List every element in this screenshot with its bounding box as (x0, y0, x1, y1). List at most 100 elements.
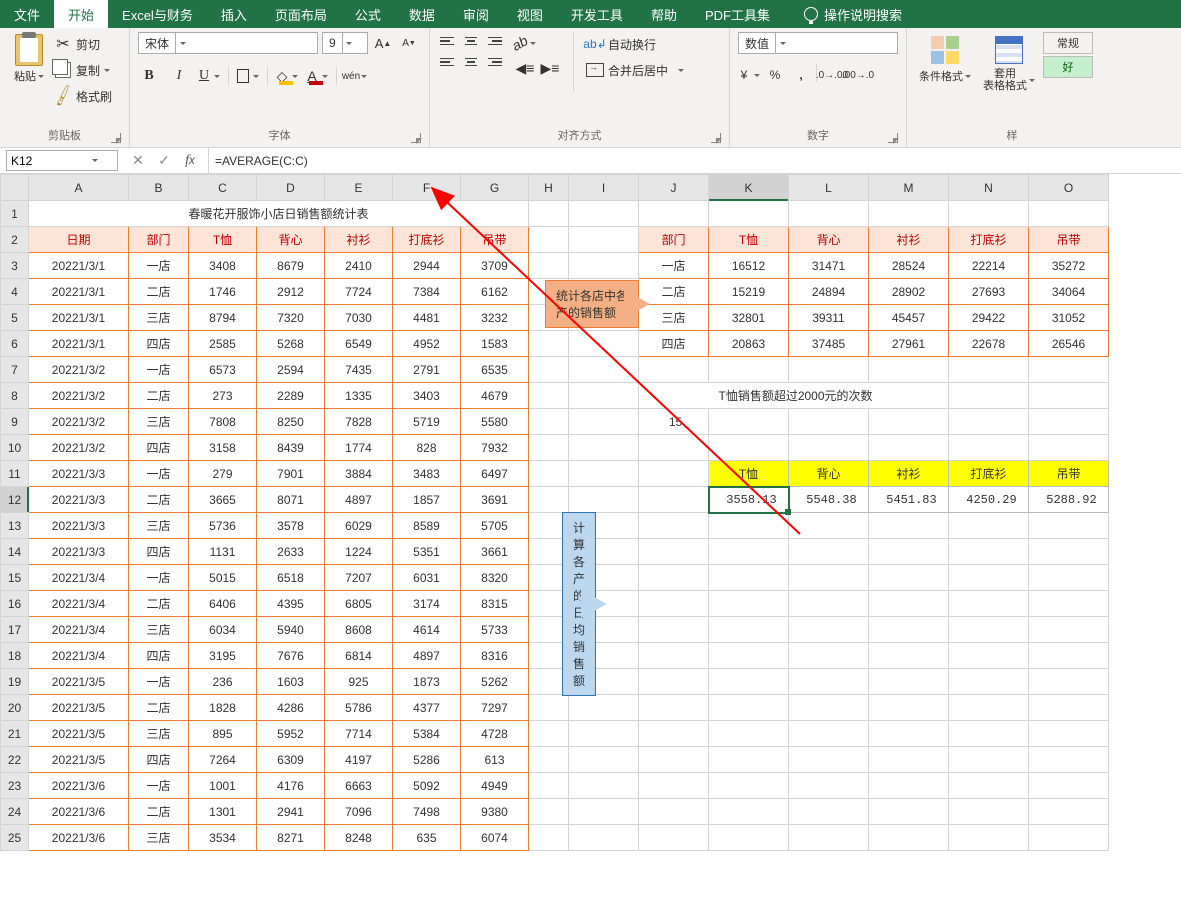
cell-L19[interactable] (789, 669, 869, 695)
cell-H2[interactable] (529, 227, 569, 253)
cell-E21[interactable]: 7714 (325, 721, 393, 747)
cell-A16[interactable]: 20221/3/4 (29, 591, 129, 617)
tab-pagelayout[interactable]: 页面布局 (261, 0, 341, 28)
cell-C6[interactable]: 2585 (189, 331, 257, 357)
cell-F21[interactable]: 5384 (393, 721, 461, 747)
cell-I9[interactable] (569, 409, 639, 435)
accounting-format-button[interactable]: ¥ (738, 64, 760, 86)
col-header-O[interactable]: O (1029, 175, 1109, 201)
pinyin-button[interactable]: wén (345, 65, 367, 87)
cell-J19[interactable] (639, 669, 709, 695)
cell-M2[interactable]: 衬衫 (869, 227, 949, 253)
cell-M14[interactable] (869, 539, 949, 565)
col-header-B[interactable]: B (129, 175, 189, 201)
cell-A21[interactable]: 20221/3/5 (29, 721, 129, 747)
cell-N10[interactable] (949, 435, 1029, 461)
cell-E12[interactable]: 4897 (325, 487, 393, 513)
row-header-21[interactable]: 21 (1, 721, 29, 747)
cell-L25[interactable] (789, 825, 869, 851)
col-header-K[interactable]: K (709, 175, 789, 201)
cell-D16[interactable]: 4395 (257, 591, 325, 617)
cell-H24[interactable] (529, 799, 569, 825)
cell-J17[interactable] (639, 617, 709, 643)
cell-G17[interactable]: 5733 (461, 617, 529, 643)
cell-B14[interactable]: 四店 (129, 539, 189, 565)
cell-I2[interactable] (569, 227, 639, 253)
col-header-G[interactable]: G (461, 175, 529, 201)
cell-K14[interactable] (709, 539, 789, 565)
cell-J8[interactable]: T恤销售额超过2000元的次数 (639, 383, 949, 409)
cell-J6[interactable]: 四店 (639, 331, 709, 357)
cell-G16[interactable]: 8315 (461, 591, 529, 617)
cell-A5[interactable]: 20221/3/1 (29, 305, 129, 331)
cell-D19[interactable]: 1603 (257, 669, 325, 695)
italic-button[interactable]: I (168, 65, 190, 87)
cell-C15[interactable]: 5015 (189, 565, 257, 591)
cell-F4[interactable]: 7384 (393, 279, 461, 305)
cell-C5[interactable]: 8794 (189, 305, 257, 331)
cell-E24[interactable]: 7096 (325, 799, 393, 825)
cell-G6[interactable]: 1583 (461, 331, 529, 357)
cell-M11[interactable]: 衬衫 (869, 461, 949, 487)
cell-O1[interactable] (1029, 201, 1109, 227)
cell-E6[interactable]: 6549 (325, 331, 393, 357)
cell-F2[interactable]: 打底衫 (393, 227, 461, 253)
cell-D4[interactable]: 2912 (257, 279, 325, 305)
cell-G25[interactable]: 6074 (461, 825, 529, 851)
cell-G15[interactable]: 8320 (461, 565, 529, 591)
cell-E2[interactable]: 衬衫 (325, 227, 393, 253)
cell-I10[interactable] (569, 435, 639, 461)
cell-N6[interactable]: 22678 (949, 331, 1029, 357)
cell-G23[interactable]: 4949 (461, 773, 529, 799)
cell-K18[interactable] (709, 643, 789, 669)
cell-N13[interactable] (949, 513, 1029, 539)
cell-B15[interactable]: 一店 (129, 565, 189, 591)
cell-A4[interactable]: 20221/3/1 (29, 279, 129, 305)
cell-B5[interactable]: 三店 (129, 305, 189, 331)
row-header-20[interactable]: 20 (1, 695, 29, 721)
cell-E18[interactable]: 6814 (325, 643, 393, 669)
cell-I22[interactable] (569, 747, 639, 773)
cell-B25[interactable]: 三店 (129, 825, 189, 851)
formula-input[interactable]: =AVERAGE(C:C) (208, 148, 1181, 173)
cell-N14[interactable] (949, 539, 1029, 565)
cell-O13[interactable] (1029, 513, 1109, 539)
cell-F12[interactable]: 1857 (393, 487, 461, 513)
cell-J24[interactable] (639, 799, 709, 825)
cell-L16[interactable] (789, 591, 869, 617)
row-header-1[interactable]: 1 (1, 201, 29, 227)
cell-H10[interactable] (529, 435, 569, 461)
row-header-15[interactable]: 15 (1, 565, 29, 591)
cell-L20[interactable] (789, 695, 869, 721)
cell-G5[interactable]: 3232 (461, 305, 529, 331)
cell-D11[interactable]: 7901 (257, 461, 325, 487)
cell-A12[interactable]: 20221/3/3 (29, 487, 129, 513)
tab-review[interactable]: 审阅 (449, 0, 503, 28)
border-button[interactable] (237, 65, 259, 87)
cell-J2[interactable]: 部门 (639, 227, 709, 253)
cell-E19[interactable]: 925 (325, 669, 393, 695)
cell-N25[interactable] (949, 825, 1029, 851)
tab-pdftools[interactable]: PDF工具集 (691, 0, 784, 28)
cell-D12[interactable]: 8071 (257, 487, 325, 513)
cell-M3[interactable]: 28524 (869, 253, 949, 279)
row-header-6[interactable]: 6 (1, 331, 29, 357)
row-header-5[interactable]: 5 (1, 305, 29, 331)
cell-M15[interactable] (869, 565, 949, 591)
cell-D9[interactable]: 8250 (257, 409, 325, 435)
cell-I1[interactable] (569, 201, 639, 227)
row-header-14[interactable]: 14 (1, 539, 29, 565)
cell-E16[interactable]: 6805 (325, 591, 393, 617)
cell-F25[interactable]: 635 (393, 825, 461, 851)
cell-D6[interactable]: 5268 (257, 331, 325, 357)
cell-A17[interactable]: 20221/3/4 (29, 617, 129, 643)
cell-N9[interactable] (949, 409, 1029, 435)
cell-I24[interactable] (569, 799, 639, 825)
cell-F15[interactable]: 6031 (393, 565, 461, 591)
cell-K25[interactable] (709, 825, 789, 851)
cell-N8[interactable] (949, 383, 1029, 409)
wrap-text-button[interactable]: ab↲自动换行 (586, 32, 684, 56)
cell-N24[interactable] (949, 799, 1029, 825)
cell-E22[interactable]: 4197 (325, 747, 393, 773)
cell-M4[interactable]: 28902 (869, 279, 949, 305)
